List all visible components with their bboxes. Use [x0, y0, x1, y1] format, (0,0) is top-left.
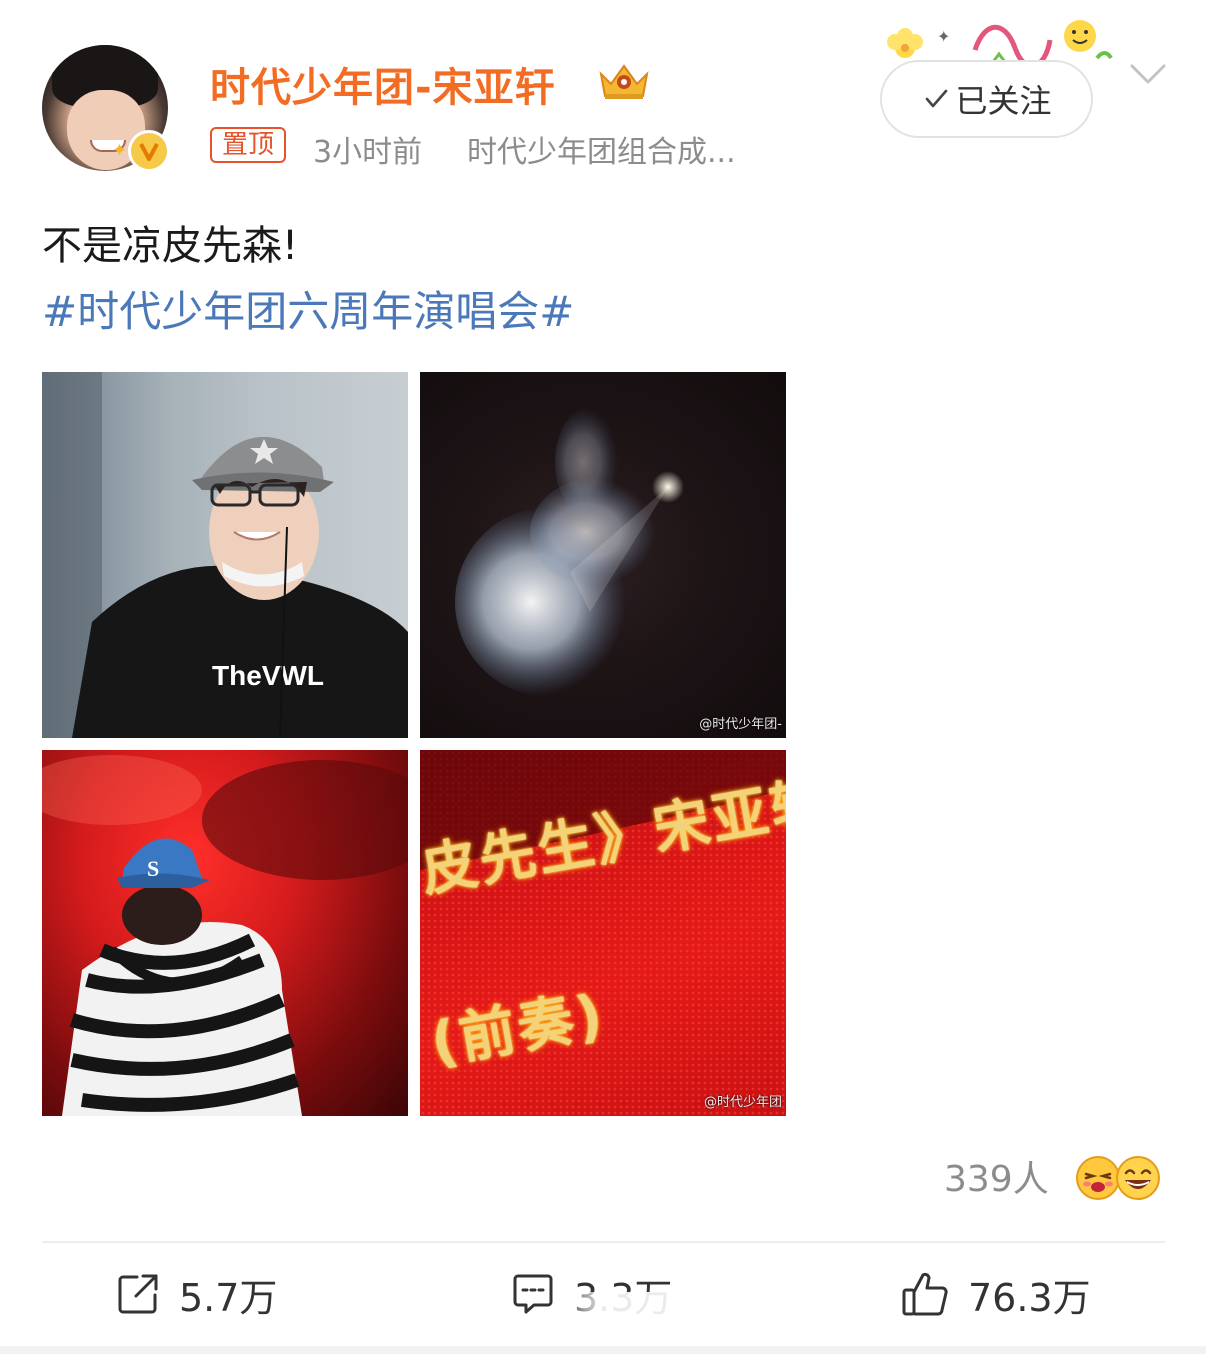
bottom-bar	[0, 1346, 1206, 1354]
reaction-count[interactable]: 339人	[944, 1150, 1049, 1202]
like-count: 76.3万	[968, 1275, 1091, 1320]
check-icon	[926, 89, 948, 108]
watermark: @时代少年团-	[699, 717, 782, 732]
post-time: 3小时前	[313, 135, 423, 170]
overlay-fade	[560, 1292, 730, 1340]
repost-icon	[118, 1274, 158, 1314]
post-text: 不是凉皮先森!	[42, 223, 299, 269]
cap-letter: S	[147, 856, 159, 881]
laugh-emoji-icon	[1116, 1156, 1160, 1200]
like-button[interactable]: 76.3万	[900, 1264, 1091, 1324]
watermark: @时代少年团	[703, 1095, 782, 1110]
svg-text:✦: ✦	[937, 27, 950, 46]
photo-1[interactable]: TheVWL	[42, 372, 408, 738]
username[interactable]: 时代少年团-宋亚轩	[210, 55, 556, 113]
divider	[42, 1241, 1165, 1243]
verified-v-badge-icon	[128, 130, 170, 172]
repost-count: 5.7万	[179, 1275, 278, 1320]
thumbs-up-icon	[902, 1272, 948, 1316]
follow-button[interactable]: 已关注	[880, 60, 1093, 138]
photo-4[interactable]: 皮先生》宋亚轩 (前奏) @时代少年团	[420, 750, 786, 1116]
photo-1-art: TheVWL	[42, 372, 408, 738]
photo-3-art: S	[42, 755, 408, 1116]
pinned-badge: 置顶	[210, 127, 287, 163]
photo-2-art	[455, 407, 684, 697]
photo-2[interactable]: @时代少年团-	[420, 372, 786, 738]
crown-icon	[599, 64, 649, 99]
shirt-text: TheVWL	[212, 660, 324, 691]
comment-icon	[513, 1274, 553, 1314]
repost-button[interactable]: 5.7万	[115, 1264, 277, 1324]
follow-label: 已关注	[955, 82, 1052, 120]
chevron-down-icon[interactable]	[1128, 60, 1168, 88]
photo-3[interactable]: S	[42, 750, 408, 1116]
post-source[interactable]: 时代少年团组合成...	[467, 127, 736, 171]
sparkle-icon: ✦	[112, 140, 128, 161]
hashtag-link[interactable]: #时代少年团六周年演唱会#	[42, 278, 574, 339]
